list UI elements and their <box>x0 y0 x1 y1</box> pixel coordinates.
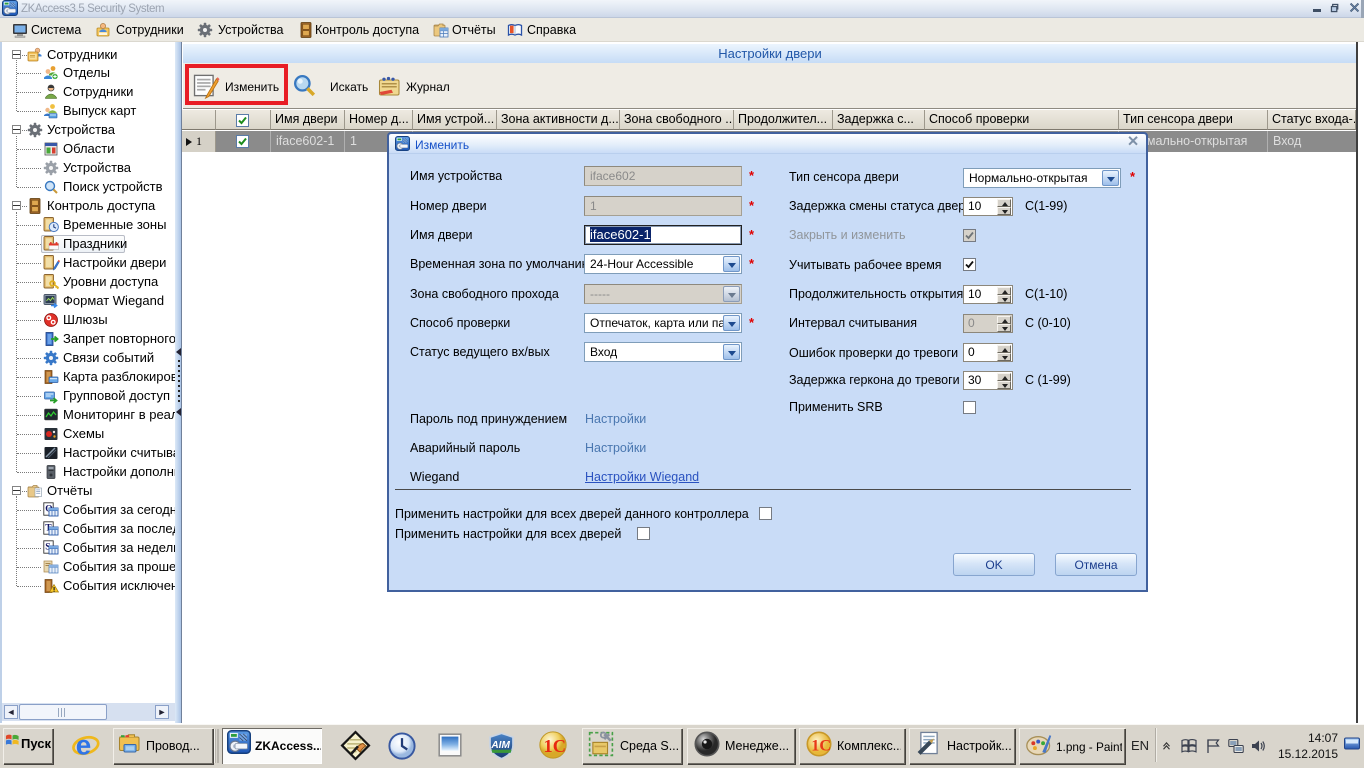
svg-text:AIM: AIM <box>490 740 510 751</box>
svg-text:1С: 1С <box>811 737 831 755</box>
svg-text:e: e <box>76 730 91 761</box>
svg-text:1С: 1С <box>544 736 566 756</box>
